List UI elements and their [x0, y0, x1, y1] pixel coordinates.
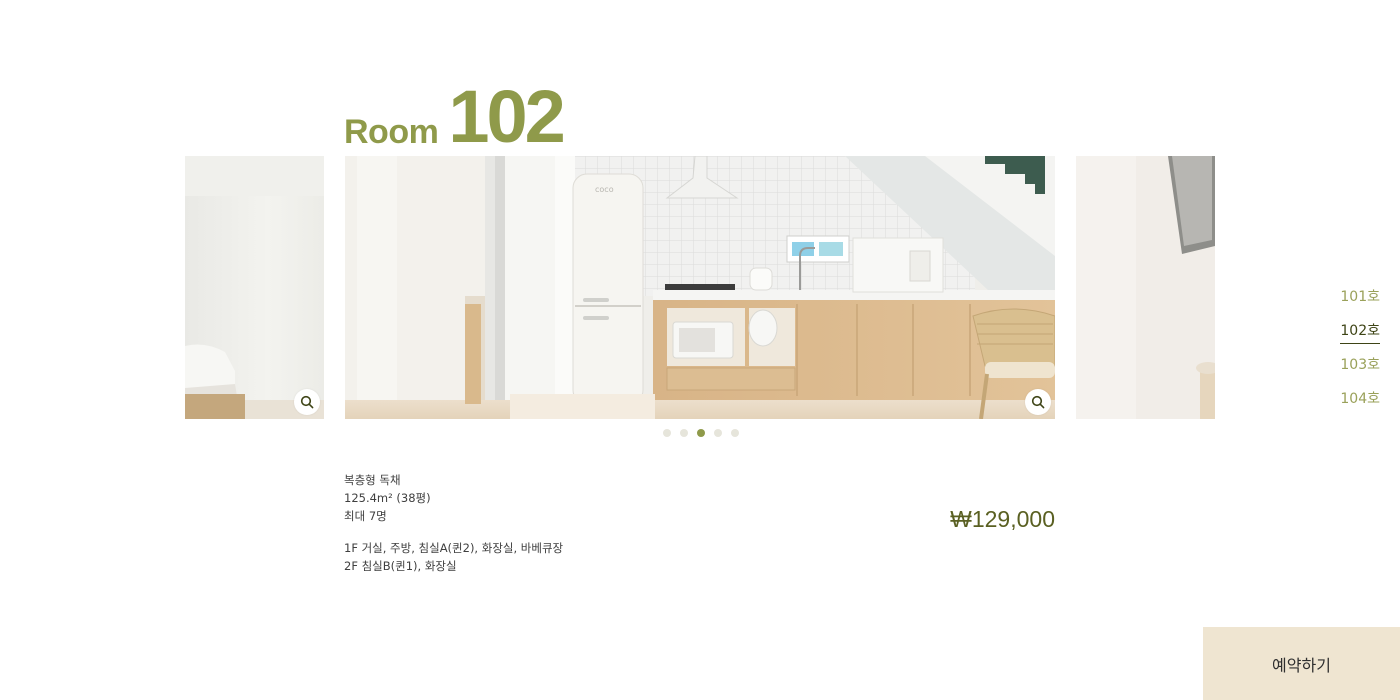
room-floor-2: 2F 침실B(퀸1), 화장실 [344, 559, 457, 573]
room-nav: 101호 102호 103호 104호 [1340, 287, 1380, 423]
gallery-dot[interactable] [663, 429, 671, 437]
room-floor-1: 1F 거실, 주방, 침실A(퀸2), 화장실, 바베큐장 [344, 541, 564, 555]
room-nav-item-102[interactable]: 102호 [1340, 321, 1380, 355]
kitchen-photo: coco [345, 156, 1055, 419]
room-title: Room 102 [344, 75, 566, 158]
room-nav-label: 104호 [1340, 391, 1380, 407]
room-title-number: 102 [448, 75, 565, 158]
room-nav-item-104[interactable]: 104호 [1340, 389, 1380, 423]
gallery-dot[interactable] [680, 429, 688, 437]
room-area: 125.4m² (38평) [344, 491, 431, 505]
search-icon [300, 395, 314, 409]
room-nav-label: 101호 [1340, 289, 1380, 305]
room-details: 복층형 독채 125.4m² (38평) 최대 7명 1F 거실, 주방, 침실… [344, 471, 563, 575]
gallery-prev-slide[interactable] [185, 156, 324, 419]
living-room-photo [1076, 156, 1215, 419]
zoom-button[interactable] [1025, 389, 1051, 415]
room-nav-label: 103호 [1340, 357, 1380, 373]
gallery-dot[interactable] [731, 429, 739, 437]
svg-text:coco: coco [595, 185, 614, 194]
room-nav-item-101[interactable]: 101호 [1340, 287, 1380, 321]
book-button[interactable]: 예약하기 [1203, 627, 1400, 700]
zoom-button[interactable] [294, 389, 320, 415]
gallery-pagination [663, 429, 739, 437]
room-page: Room 102 coco 복층형 독채 125.4m² (38평) 최대 7명… [0, 0, 1400, 700]
room-capacity: 최대 7명 [344, 509, 387, 523]
gallery-dot[interactable] [714, 429, 722, 437]
room-type: 복층형 독채 [344, 473, 401, 487]
gallery-next-slide[interactable] [1076, 156, 1215, 419]
room-title-word: Room [344, 113, 439, 151]
room-price: ₩129,000 [950, 506, 1055, 532]
room-nav-label: 102호 [1340, 321, 1380, 344]
search-icon [1031, 395, 1045, 409]
bedroom-photo [185, 156, 324, 419]
gallery-dot-active[interactable] [697, 429, 705, 437]
gallery-main-slide[interactable]: coco [345, 156, 1055, 419]
room-nav-item-103[interactable]: 103호 [1340, 355, 1380, 389]
